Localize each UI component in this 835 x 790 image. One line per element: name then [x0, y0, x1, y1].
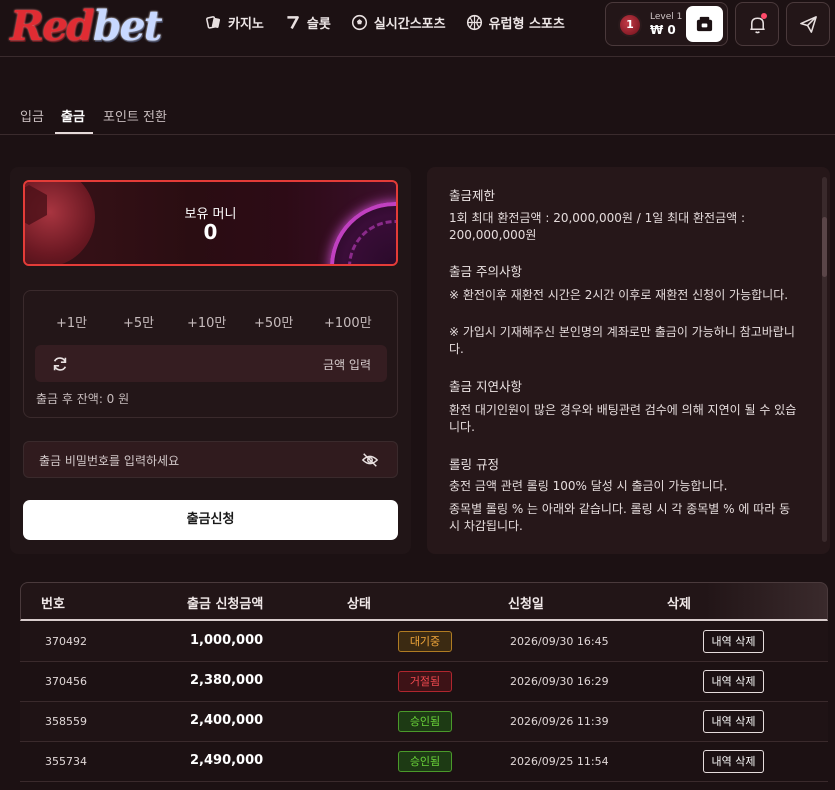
amount-input[interactable]: 금액 입력 [35, 345, 387, 382]
delete-history-button[interactable]: 내역 삭제 [703, 630, 764, 653]
limit-title: 출금제한 [449, 188, 496, 203]
tab-withdraw[interactable]: 출금 [61, 106, 85, 125]
withdraw-notice-panel: 출금제한 1회 최대 환전금액 : 20,000,000원 / 1일 최대 환전… [427, 167, 830, 554]
row-amount: 1,000,000 [190, 633, 264, 648]
level-badge: 1 [618, 13, 642, 37]
withdraw-history-table: 번호 출금 신청금액 상태 신청일 삭제 370492 1,000,000 대기… [10, 570, 833, 790]
tab-point-convert[interactable]: 포인트 전환 [103, 106, 167, 125]
table-row: 370456 2,380,000 거절됨 2026/09/30 16:29 내역… [20, 662, 828, 702]
header-no: 번호 [41, 597, 65, 612]
amount-input-placeholder: 금액 입력 [323, 358, 371, 372]
row-amount: 2,380,000 [190, 673, 264, 688]
active-tab-underline [55, 132, 93, 134]
wallet-button[interactable] [686, 6, 723, 42]
notification-dot [761, 13, 767, 19]
password-placeholder: 출금 비밀번호를 입력하세요 [39, 454, 180, 468]
withdraw-password-input[interactable]: 출금 비밀번호를 입력하세요 [23, 441, 398, 478]
delay-title: 출금 지연사항 [449, 379, 522, 394]
withdraw-submit-button[interactable]: 출금신청 [23, 500, 398, 540]
quick-amount-500k[interactable]: +50만 [254, 312, 293, 331]
basketball-icon [466, 14, 482, 30]
header-status: 상태 [347, 597, 371, 612]
withdraw-form-panel: 보유 머니 0 +1만 +5만 +10만 +50만 +100만 금액 입력 출금… [10, 167, 411, 554]
withdraw-tabs: 입금 출금 포인트 전환 [0, 96, 835, 135]
level-label: Level 1 [650, 12, 683, 22]
limit-text: 1회 최대 환전금액 : 20,000,000원 / 1일 최대 환전금액 : … [449, 211, 746, 242]
table-row: 355734 2,490,000 승인됨 2026/09/25 11:54 내역… [20, 742, 828, 782]
soccer-ball-icon [351, 14, 367, 30]
logo-red-text: Red [10, 2, 95, 50]
row-no: 370456 [45, 675, 87, 688]
table-header: 번호 출금 신청금액 상태 신청일 삭제 [20, 582, 828, 621]
header-amount: 출금 신청금액 [187, 597, 264, 612]
row-date: 2026/09/30 16:29 [510, 675, 609, 688]
balance-value: 0 [203, 220, 218, 244]
quick-amount-10k[interactable]: +1만 [56, 312, 87, 331]
delete-history-button[interactable]: 내역 삭제 [703, 670, 764, 693]
balance-card: 보유 머니 0 [23, 180, 398, 266]
row-no: 358559 [45, 715, 87, 728]
status-badge: 대기중 [398, 631, 452, 652]
row-no: 370492 [45, 635, 87, 648]
rolling-text-2: 종목별 롤링 % 는 아래와 같습니다. 롤링 시 각 종목별 % 에 따라 동… [449, 502, 791, 533]
row-date: 2026/09/30 16:45 [510, 635, 609, 648]
seven-slot-icon [287, 15, 299, 29]
tab-deposit[interactable]: 입금 [20, 106, 44, 125]
row-no: 355734 [45, 755, 87, 768]
table-row: 370492 1,000,000 대기중 2026/09/30 16:45 내역… [20, 622, 828, 662]
nav-slot-label: 슬롯 [306, 16, 331, 32]
notification-button[interactable] [735, 2, 779, 46]
rolling-text-1: 충전 금액 관련 롤링 100% 달성 시 출금이 가능합니다. [449, 479, 728, 493]
after-withdraw-balance: 출금 후 잔액: 0 원 [36, 392, 130, 406]
user-balance: ₩ 0 [650, 23, 676, 37]
caution-title: 출금 주의사항 [449, 264, 522, 279]
eye-off-icon[interactable] [361, 451, 379, 469]
status-badge: 승인됨 [398, 751, 452, 772]
notice-scrollbar[interactable] [822, 177, 827, 542]
delete-history-button[interactable]: 내역 삭제 [703, 710, 764, 733]
nav-casino[interactable]: 카지노 [205, 12, 264, 32]
delay-text: 환전 대기인원이 많은 경우와 배팅관련 검수에 의해 지연이 될 수 있습니다… [449, 403, 797, 434]
paper-plane-icon [800, 16, 817, 33]
top-header: Redbet 카지노 슬롯 실시간스포츠 유럽형 스포츠 1 Level 1 ₩… [0, 0, 835, 57]
redbet-logo[interactable]: Redbet [10, 2, 163, 50]
quick-amount-1m[interactable]: +100만 [324, 312, 372, 331]
row-amount: 2,400,000 [190, 713, 264, 728]
user-wallet-box[interactable]: 1 Level 1 ₩ 0 [605, 2, 728, 46]
status-badge: 승인됨 [398, 711, 452, 732]
nav-live-sports-label: 실시간스포츠 [373, 16, 446, 32]
header-delete: 삭제 [667, 597, 691, 612]
refresh-icon[interactable] [51, 355, 69, 373]
row-amount: 2,490,000 [190, 753, 264, 768]
status-badge: 거절됨 [398, 671, 452, 692]
logo-blue-text: bet [92, 2, 163, 50]
casino-chip-icon [206, 15, 221, 29]
row-date: 2026/09/26 11:39 [510, 715, 609, 728]
amount-box: +1만 +5만 +10만 +50만 +100만 금액 입력 출금 후 잔액: 0… [23, 290, 398, 418]
wallet-icon [696, 16, 713, 32]
quick-amount-50k[interactable]: +5만 [123, 312, 154, 331]
row-date: 2026/09/25 11:54 [510, 755, 609, 768]
nav-live-sports[interactable]: 실시간스포츠 [351, 12, 446, 32]
caution-text-1: ※ 환전이후 재환전 시간은 2시간 이후로 재환전 신청이 가능합니다. [449, 288, 789, 302]
nav-slot[interactable]: 슬롯 [284, 12, 331, 32]
delete-history-button[interactable]: 내역 삭제 [703, 750, 764, 773]
table-row: 358559 2,400,000 승인됨 2026/09/26 11:39 내역… [20, 702, 828, 742]
main-nav: 카지노 슬롯 실시간스포츠 유럽형 스포츠 [205, 12, 565, 32]
caution-text-2: ※ 가입시 기재해주신 본인명의 계좌로만 출금이 가능하니 참고바랍니다. [449, 325, 795, 356]
nav-euro-sports-label: 유럽형 스포츠 [488, 16, 565, 32]
nav-euro-sports[interactable]: 유럽형 스포츠 [466, 12, 565, 32]
send-button[interactable] [786, 2, 830, 46]
rolling-title: 롤링 규정 [449, 457, 499, 472]
header-date: 신청일 [508, 597, 544, 612]
scrollbar-thumb[interactable] [822, 217, 827, 277]
quick-amount-100k[interactable]: +10만 [187, 312, 226, 331]
nav-casino-label: 카지노 [228, 16, 264, 32]
